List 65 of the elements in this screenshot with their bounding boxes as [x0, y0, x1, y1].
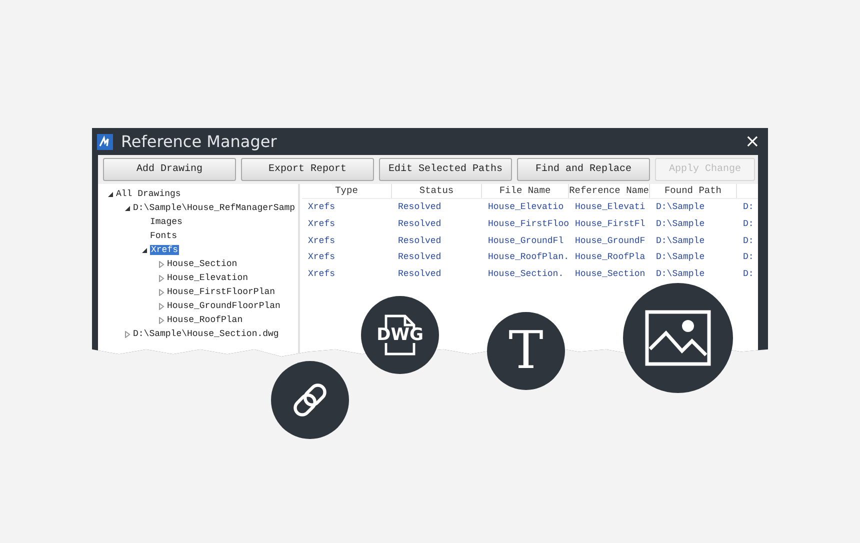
table-cell-text: Resolved: [397, 236, 442, 246]
table-cell-text: Resolved: [397, 252, 442, 262]
table-cell-text: Xrefs: [307, 269, 336, 280]
dwg-label: DWG: [376, 325, 424, 345]
table-cell-text: D:\Sample: [655, 252, 706, 262]
table-cell-text: D:\Sample: [655, 219, 706, 230]
collapsed-arrow-icon[interactable]: [158, 260, 165, 268]
collapsed-arrow-icon[interactable]: [158, 274, 165, 282]
table-cell-text: House_Section.: [487, 269, 565, 280]
window-title: Reference Manager: [121, 132, 277, 151]
table-cell-text: Xrefs: [307, 202, 336, 212]
tree-item[interactable]: D:\Sample\House_Section.dwg: [133, 329, 279, 339]
column-header[interactable]: Type: [302, 184, 392, 198]
table-cell-text: Xrefs: [307, 252, 336, 262]
tree-item[interactable]: House_GroundFloorPlan: [167, 301, 280, 311]
table-cell-text: D:: [742, 269, 755, 280]
table-cell-text: D:: [742, 236, 755, 246]
column-header[interactable]: Status: [392, 184, 482, 198]
table-cell-text: Xrefs: [307, 219, 336, 230]
tree-item[interactable]: House_FirstFloorPlan: [167, 287, 276, 297]
toolbar-button[interactable]: Export Report: [241, 158, 374, 181]
text-glyph: T: [508, 325, 544, 377]
collapsed-arrow-icon[interactable]: [124, 330, 131, 338]
tree-item[interactable]: D:\Sample\House_RefManagerSamp: [133, 203, 296, 213]
table-cell-text: D:: [742, 252, 755, 262]
tree-item[interactable]: House_RoofPlan: [167, 315, 243, 325]
toolbar-button[interactable]: Find and Replace: [517, 158, 650, 181]
table-cell-text: House_RoofPlan.: [487, 252, 569, 262]
table-cell-text: House_Section: [574, 269, 646, 280]
table-cell-text: D:\Sample: [655, 202, 706, 212]
toolbar-button[interactable]: Edit Selected Paths: [379, 158, 512, 181]
table-cell-text: Resolved: [397, 269, 442, 280]
tree-item[interactable]: House_Section: [167, 259, 238, 269]
tree-item[interactable]: Xrefs: [150, 245, 180, 255]
table-cell-text: House_FirstFloo: [487, 219, 569, 230]
table-cell-text: D:: [742, 202, 755, 212]
tree-item[interactable]: Images: [150, 217, 182, 227]
collapsed-arrow-icon[interactable]: [158, 316, 165, 324]
table-cell-text: D:\Sample: [655, 269, 706, 280]
toolbar-button[interactable]: Add Drawing: [103, 158, 236, 181]
column-header[interactable]: File Name: [482, 184, 569, 198]
table-cell-text: House_RoofPla: [574, 252, 646, 262]
collapsed-arrow-icon[interactable]: [158, 302, 165, 310]
expanded-arrow-icon[interactable]: [124, 204, 131, 212]
table-cell-text: Resolved: [397, 219, 442, 230]
tree-item[interactable]: Fonts: [150, 231, 178, 241]
column-header[interactable]: Found Path: [650, 184, 737, 198]
expanded-arrow-icon[interactable]: [141, 246, 148, 254]
collapsed-arrow-icon[interactable]: [158, 288, 165, 296]
expanded-arrow-icon[interactable]: [107, 190, 114, 198]
column-header[interactable]: Reference Name: [569, 184, 650, 198]
table-cell-text: House_Elevati: [574, 202, 646, 212]
table-cell-text: House_FirstFl: [574, 219, 646, 230]
tree-item[interactable]: House_Elevation: [167, 273, 248, 283]
table-cell-text: House_GroundFl: [487, 236, 565, 246]
table-cell-text: D:\Sample: [655, 236, 706, 246]
table-cell-text: House_GroundF: [574, 236, 646, 246]
tree-item[interactable]: All Drawings: [116, 189, 181, 199]
image-icon: [644, 309, 712, 367]
close-button[interactable]: ×: [744, 131, 760, 152]
table-cell-text: Resolved: [397, 202, 442, 212]
app-logo-icon: [97, 134, 113, 150]
table-cell-text: House_Elevatio: [487, 202, 565, 212]
table-cell-text: D:: [742, 219, 755, 230]
table-cell-text: Xrefs: [307, 236, 336, 246]
